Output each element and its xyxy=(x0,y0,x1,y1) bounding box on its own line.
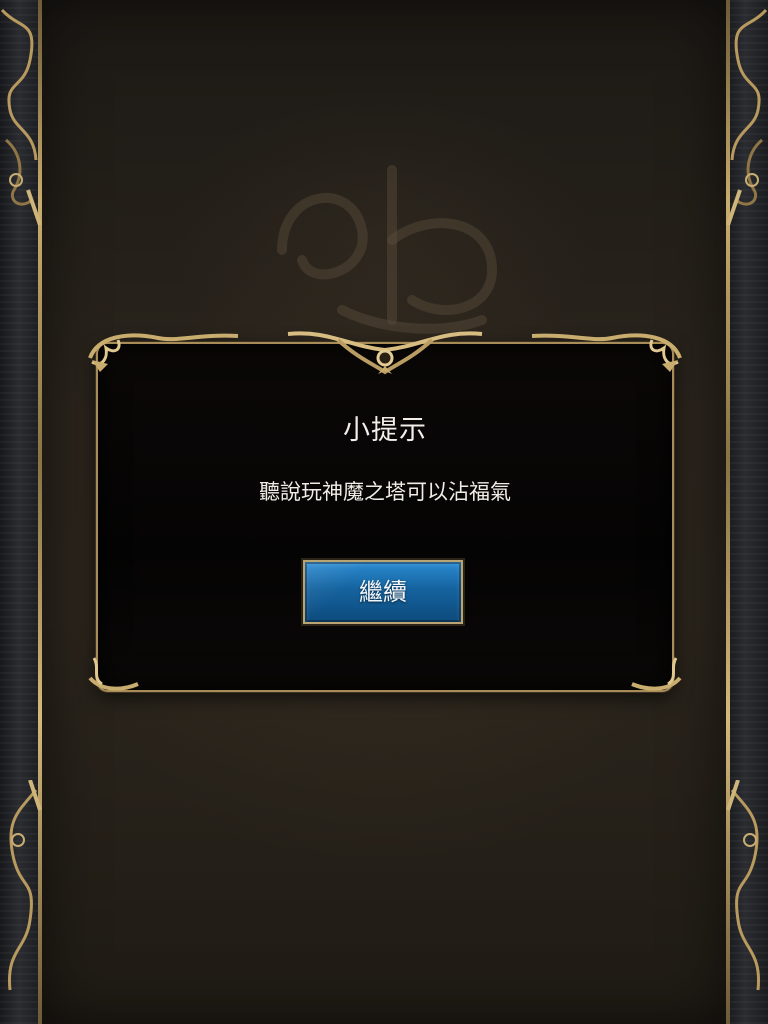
game-screen: 小提示 聽說玩神魔之塔可以沾福氣 繼續 xyxy=(0,0,768,1024)
tip-dialog: 小提示 聽說玩神魔之塔可以沾福氣 繼續 xyxy=(88,328,682,694)
right-frame-pillar xyxy=(726,0,768,1024)
left-frame-pillar xyxy=(0,0,42,1024)
scrollwork-icon xyxy=(7,780,42,991)
dialog-box xyxy=(96,342,674,692)
continue-button[interactable]: 繼續 xyxy=(303,560,463,624)
scrollwork-icon xyxy=(726,780,761,991)
dialog-title: 小提示 xyxy=(343,415,427,446)
dialog-message: 聽說玩神魔之塔可以沾福氣 xyxy=(259,480,511,504)
scrollwork-icon xyxy=(726,8,768,226)
background-emblem-icon xyxy=(277,165,498,334)
scrollwork-icon xyxy=(0,8,42,226)
